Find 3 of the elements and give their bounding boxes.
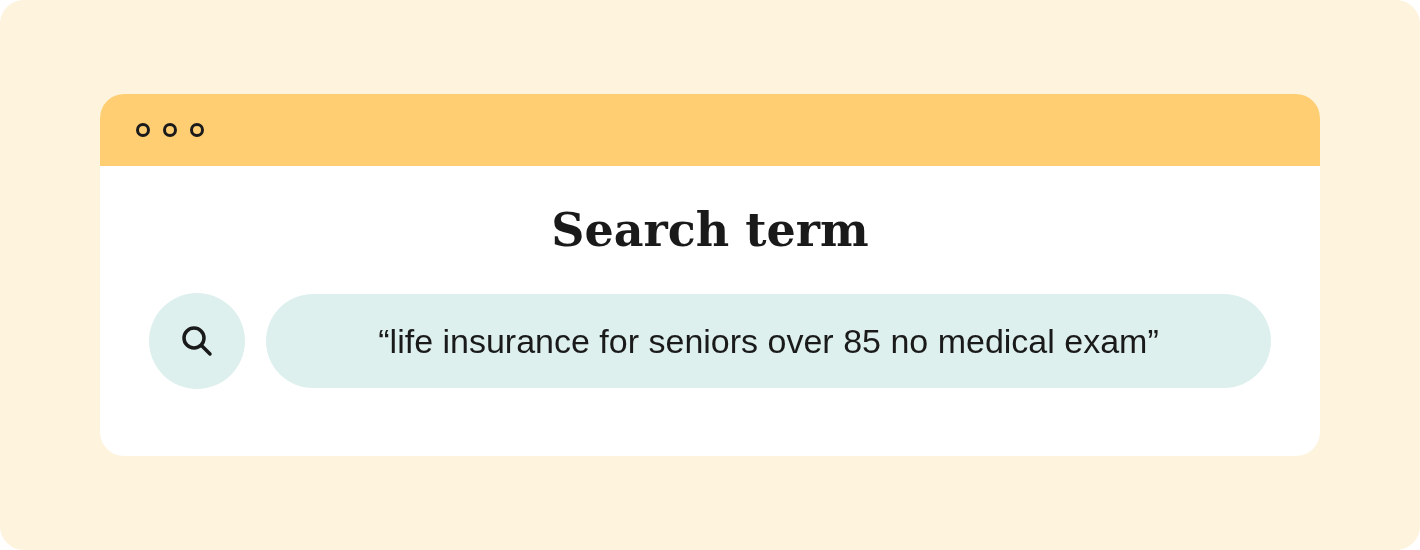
heading: Search term <box>551 202 869 259</box>
search-field[interactable]: “life insurance for seniors over 85 no medical exam” <box>266 294 1271 388</box>
window-dots-icon <box>136 122 204 138</box>
